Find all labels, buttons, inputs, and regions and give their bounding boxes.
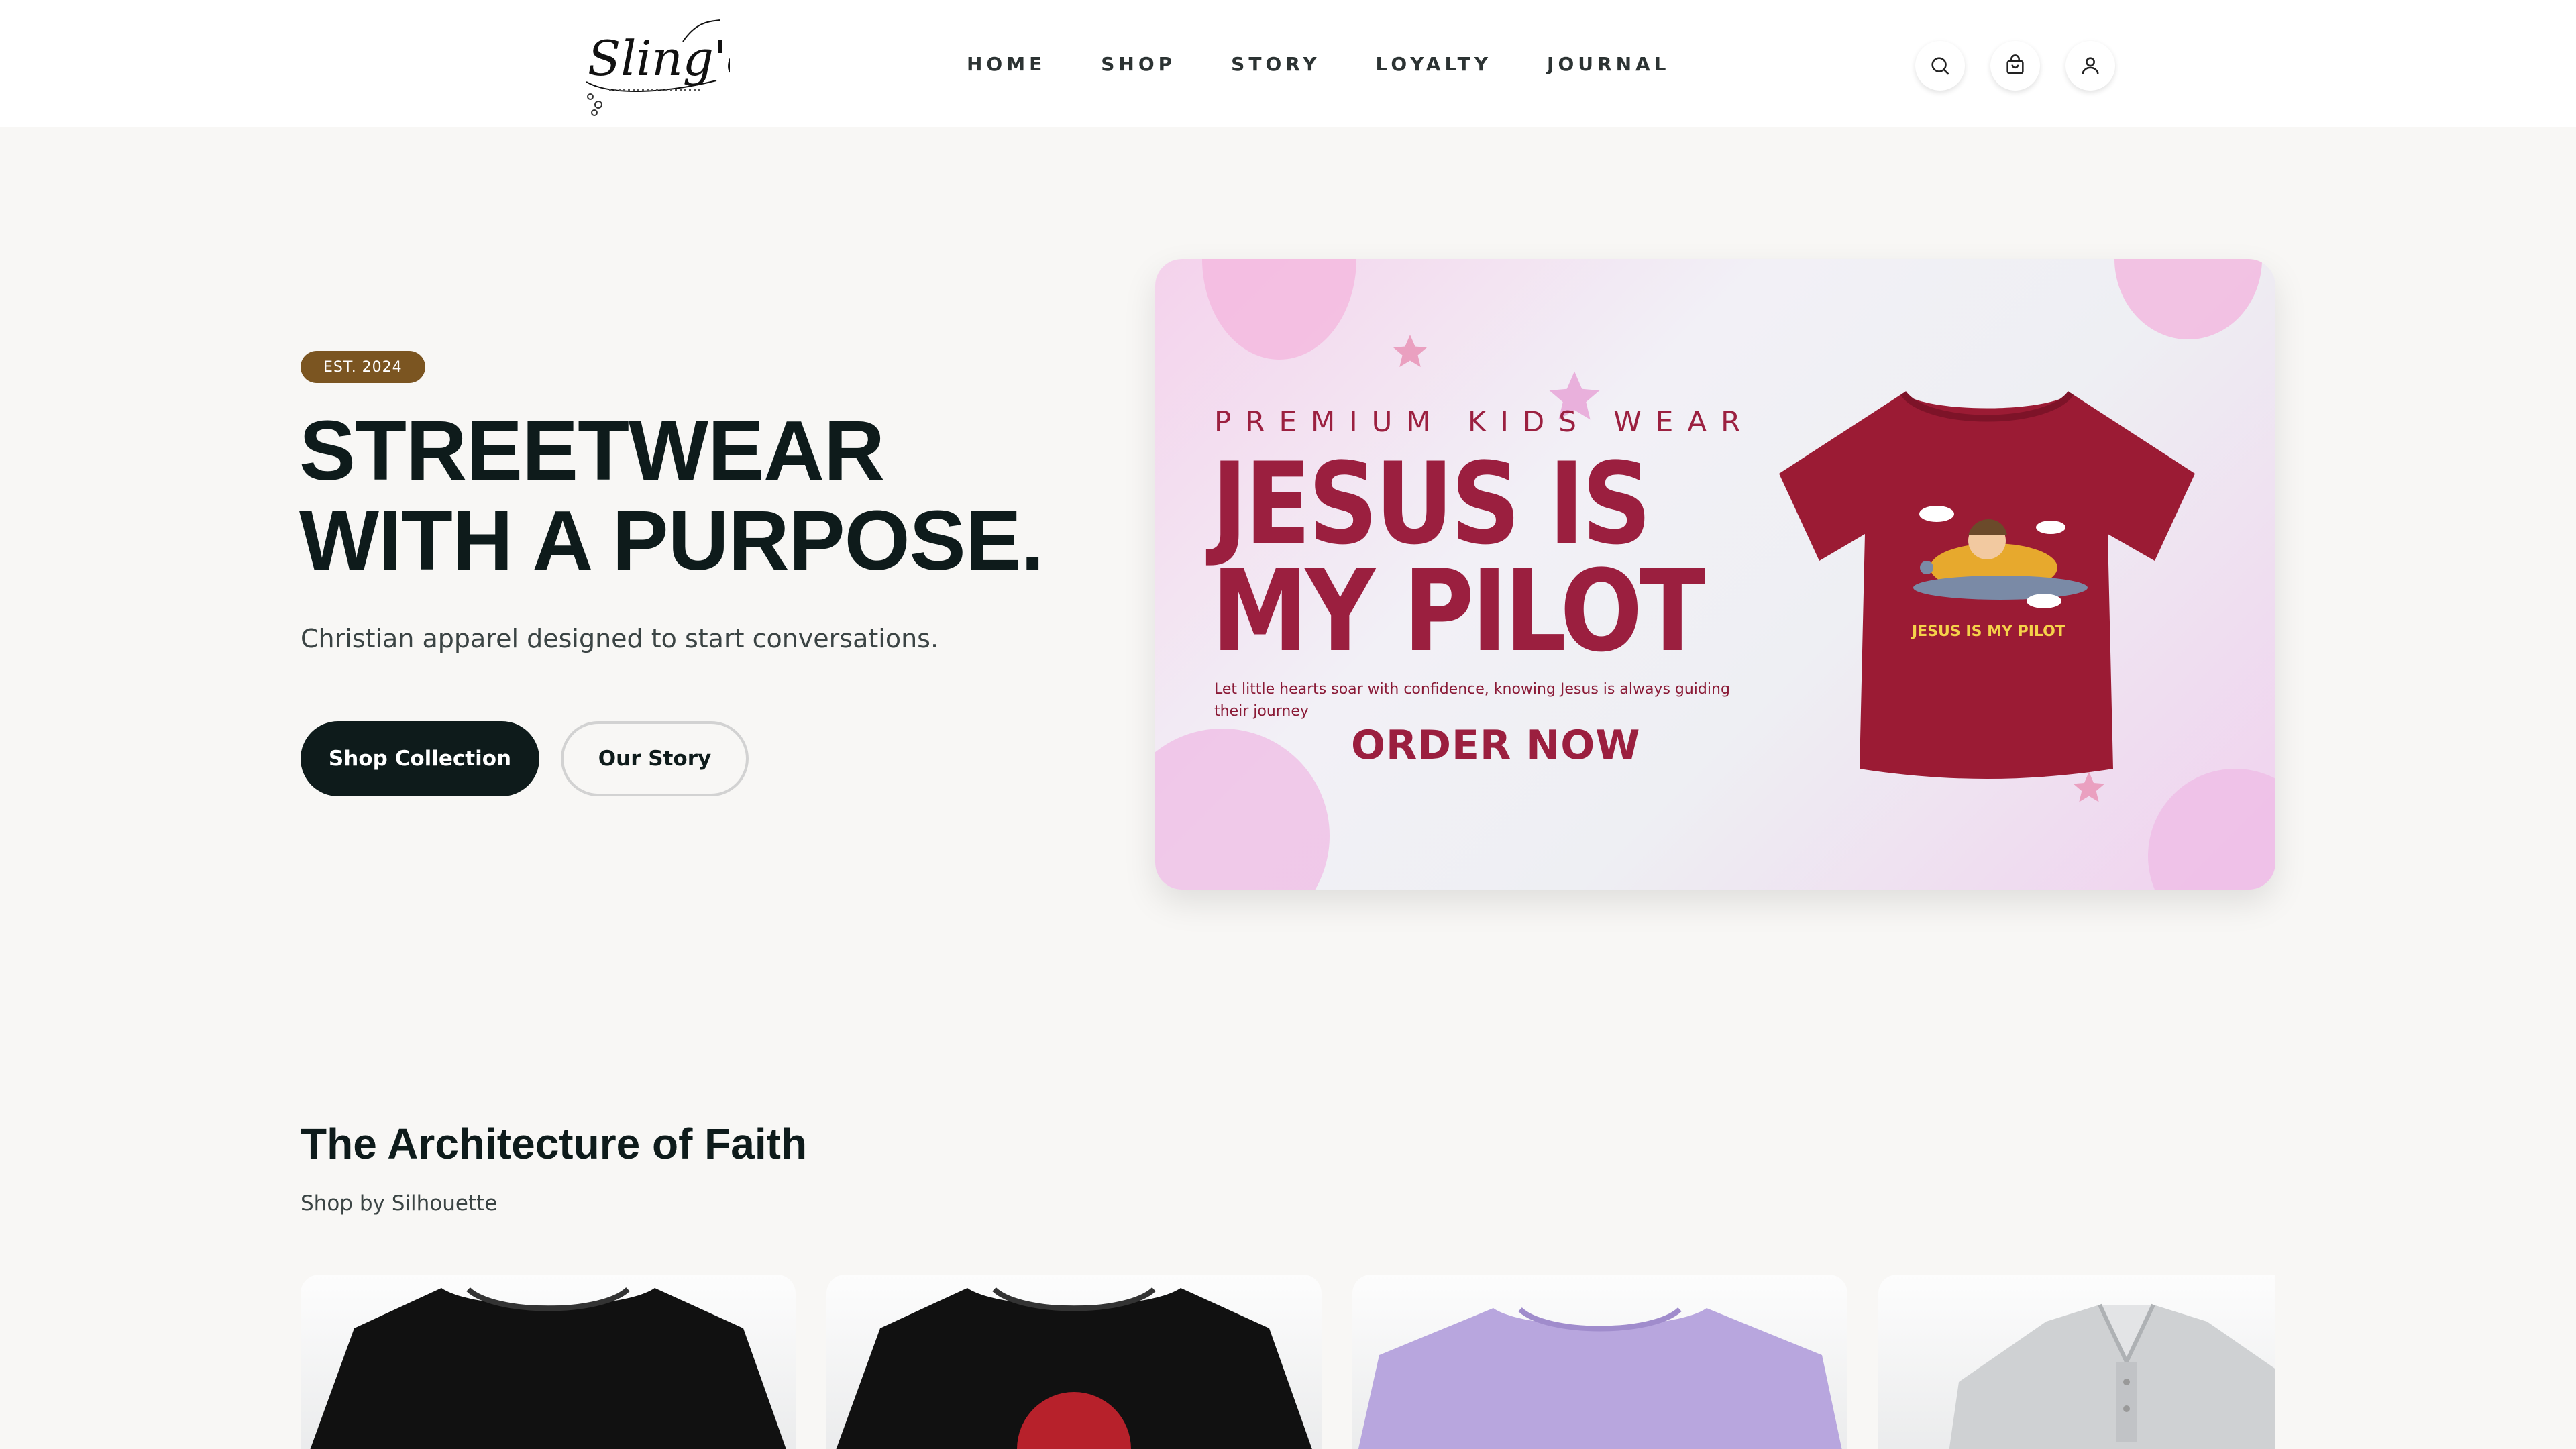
hero-subtitle: Christian apparel designed to start conv… [301, 624, 939, 653]
product-card[interactable] [1352, 1275, 1847, 1449]
est-badge: EST. 2024 [301, 351, 425, 383]
account-icon [2082, 57, 2099, 74]
hero-title-line1: STREETWEAR [299, 403, 885, 498]
decor-blob [2148, 769, 2275, 890]
brand-logo[interactable]: Sling'd [582, 15, 730, 122]
product-card[interactable] [301, 1275, 796, 1449]
search-button[interactable] [1915, 41, 1965, 91]
svg-text:JESUS IS MY PILOT: JESUS IS MY PILOT [1911, 623, 2065, 640]
cart-icon [2006, 54, 2024, 74]
nav-shop[interactable]: SHOP [1073, 53, 1203, 75]
decor-blob [2114, 259, 2262, 339]
search-icon [1931, 57, 1949, 75]
order-now-link[interactable]: ORDER NOW [1351, 722, 1641, 769]
decor-blob [1155, 729, 1330, 890]
our-story-button[interactable]: Our Story [561, 721, 749, 796]
lavender-tshirt-image [1358, 1307, 1842, 1449]
svg-text:Sling'd: Sling'd [588, 30, 730, 87]
decor-blob [1202, 259, 1356, 360]
account-button[interactable] [2065, 41, 2115, 91]
nav-home[interactable]: HOME [939, 53, 1073, 75]
site-header: Sling'd HOME SHOP STORY LOYALTY JOURNAL [0, 0, 2576, 127]
grey-polo-image [1949, 1303, 2275, 1449]
silhouette-carousel [301, 1275, 2275, 1449]
collection-title: The Architecture of Faith [301, 1120, 808, 1168]
nav-journal[interactable]: JOURNAL [1519, 53, 1697, 75]
star-icon [1393, 335, 1427, 367]
hero-title: STREETWEAR WITH A PURPOSE. [299, 406, 1044, 586]
promo-banner[interactable]: PREMIUM KIDS WEAR JESUS IS MY PILOT Let … [1155, 259, 2275, 890]
black-tshirt-image [310, 1287, 786, 1449]
cart-button[interactable] [1990, 41, 2040, 91]
banner-body: Let little hearts soar with confidence, … [1214, 681, 1730, 720]
product-card[interactable] [1878, 1275, 2275, 1449]
banner-title-line2: MY PILOT [1212, 545, 1706, 677]
banner-title: JESUS IS MY PILOT [1212, 438, 1706, 677]
hero-title-line2: WITH A PURPOSE. [299, 493, 1044, 588]
nav-loyalty[interactable]: LOYALTY [1348, 53, 1520, 75]
banner-kicker: PREMIUM KIDS WEAR [1214, 405, 1755, 438]
shop-collection-button[interactable]: Shop Collection [301, 721, 539, 796]
black-graphic-tshirt-image [836, 1287, 1312, 1449]
collection-subtitle: Shop by Silhouette [301, 1191, 498, 1216]
main-nav: HOME SHOP STORY LOYALTY JOURNAL [939, 0, 1698, 127]
banner-title-line1: JESUS IS [1212, 438, 1652, 570]
kids-tshirt-image: JESUS IS MY PILOT [1779, 390, 2195, 779]
product-card[interactable] [826, 1275, 1322, 1449]
nav-story[interactable]: STORY [1203, 53, 1348, 75]
